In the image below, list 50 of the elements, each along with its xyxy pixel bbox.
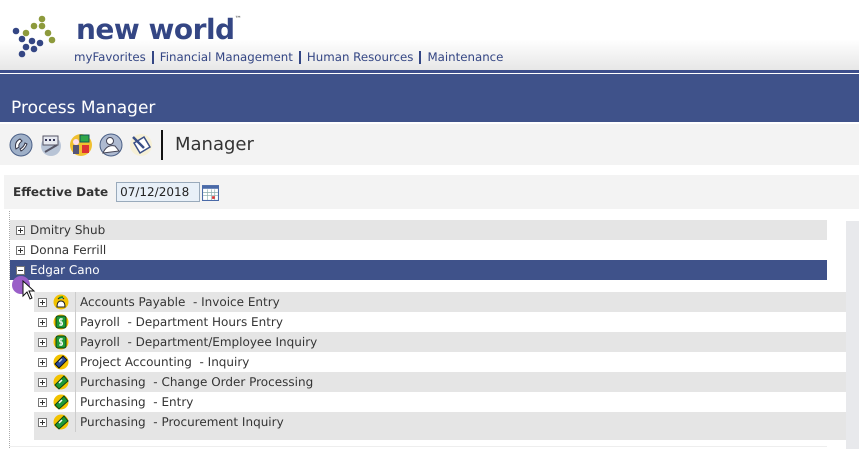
expander-icon[interactable] — [38, 398, 47, 406]
dollar-bills-icon — [53, 374, 69, 390]
brand-name: new world — [76, 12, 235, 48]
node-label: Dmitry Shub — [30, 223, 106, 237]
tree-node[interactable]: Dmitry Shub — [10, 220, 827, 240]
people-chart-icon[interactable] — [69, 132, 93, 156]
nav-separator — [152, 50, 154, 64]
expander-icon[interactable] — [16, 266, 25, 274]
task-label: Purchasing - Entry — [75, 392, 194, 412]
task-row[interactable]: Purchasing - Procurement Inquiry — [34, 412, 846, 432]
toolbar-label: Manager — [175, 134, 254, 155]
tree-node[interactable]: Edgar Cano — [10, 260, 827, 280]
nav-separator — [419, 50, 422, 64]
task-label: Payroll - Department Hours Entry — [75, 312, 283, 332]
cursor-icon — [22, 280, 36, 300]
calculator-icon — [53, 354, 69, 370]
tree-node[interactable]: Donna Ferrill — [10, 240, 827, 260]
page-title: Process Manager — [11, 98, 156, 118]
task-label: Project Accounting - Inquiry — [75, 352, 250, 372]
expander-icon[interactable] — [16, 246, 25, 254]
pen-document-icon[interactable] — [129, 132, 153, 156]
nav-link[interactable]: Financial Management — [160, 50, 293, 64]
toolbar-divider — [161, 130, 163, 160]
expander-icon[interactable] — [38, 298, 47, 306]
nav-link[interactable]: myFavorites — [74, 50, 146, 64]
scroll-track[interactable] — [846, 221, 859, 449]
dollar-bills-icon — [53, 394, 69, 410]
expander-icon[interactable] — [38, 358, 47, 366]
expander-icon[interactable] — [38, 418, 47, 426]
expander-icon[interactable] — [38, 318, 47, 326]
expander-icon[interactable] — [38, 338, 47, 346]
factory-icon[interactable] — [39, 132, 63, 156]
dollar-bills-icon — [53, 414, 69, 430]
nav-separator — [298, 50, 301, 64]
person-icon[interactable] — [99, 132, 123, 156]
calendar-icon[interactable] — [202, 184, 220, 200]
node-label: Donna Ferrill — [30, 243, 106, 257]
task-row[interactable]: Purchasing - Entry — [34, 392, 846, 412]
nav-link[interactable]: Maintenance — [427, 50, 504, 64]
node-label: Edgar Cano — [30, 263, 100, 277]
task-row[interactable]: Project Accounting - Inquiry — [34, 352, 846, 372]
task-row[interactable]: Payroll - Department Hours Entry — [34, 312, 846, 332]
nav-link[interactable]: Human Resources — [306, 50, 414, 64]
field-label: Effective Date — [13, 185, 108, 199]
expander-icon[interactable] — [16, 226, 25, 234]
date-field[interactable]: 07/12/2018 — [116, 182, 200, 202]
task-label: Purchasing - Procurement Inquiry — [75, 412, 284, 432]
money-stack-icon — [53, 334, 69, 350]
money-stack-icon — [53, 314, 69, 330]
expander-icon[interactable] — [38, 378, 47, 386]
